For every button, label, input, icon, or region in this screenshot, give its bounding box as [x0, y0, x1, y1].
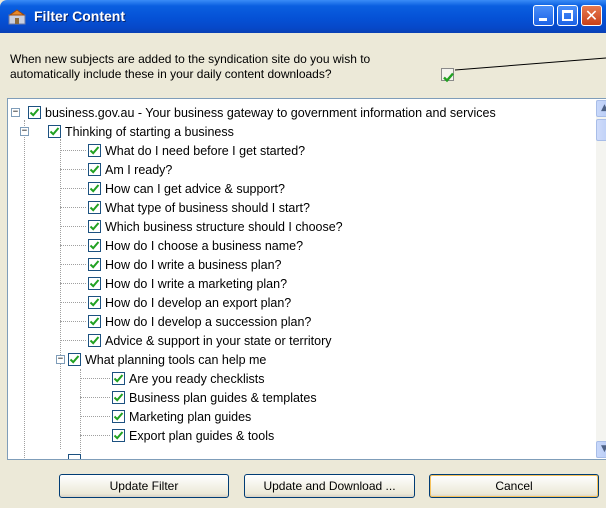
- tree-connector: [80, 416, 110, 417]
- tree-node-label: Advice & support in your state or territ…: [105, 333, 332, 348]
- filter-content-window: Filter Content ✕ When new subjects are a…: [0, 0, 606, 508]
- checkbox[interactable]: [88, 315, 101, 328]
- tree-node-label: How do I develop a succession plan?: [105, 314, 312, 329]
- close-button[interactable]: ✕: [581, 5, 602, 26]
- checkbox[interactable]: [88, 144, 101, 157]
- tree-connector: [60, 245, 86, 246]
- tree-connector: [24, 120, 25, 459]
- title-bar[interactable]: Filter Content ✕: [0, 0, 606, 33]
- tree-node-label: How can I get advice & support?: [105, 181, 285, 196]
- minimize-button[interactable]: [533, 5, 554, 26]
- checkbox[interactable]: [112, 410, 125, 423]
- chevron-up-icon: ▲: [601, 103, 606, 113]
- app-icon: [8, 9, 26, 25]
- tree-scrollbar[interactable]: ▲ ▼: [596, 100, 606, 458]
- checkbox[interactable]: [28, 106, 41, 119]
- tree-connector: [80, 435, 110, 436]
- tree-leaf-item[interactable]: Am I ready?: [88, 160, 172, 179]
- tree-connector: [80, 369, 81, 459]
- auto-include-checkbox[interactable]: [441, 68, 454, 83]
- checkbox[interactable]: [88, 163, 101, 176]
- tree-node-label: How do I develop an export plan?: [105, 295, 292, 310]
- tree-node-label: Which business structure should I choose…: [105, 219, 343, 234]
- scroll-up-button[interactable]: ▲: [596, 100, 606, 117]
- checkbox[interactable]: [88, 277, 101, 290]
- tree-connector: [60, 139, 61, 449]
- tree-leaf-item[interactable]: How can I get advice & support?: [88, 179, 285, 198]
- checkbox[interactable]: [88, 334, 101, 347]
- tree-leaf-item[interactable]: How do I develop a succession plan?: [88, 312, 311, 331]
- tree-connector: [60, 283, 86, 284]
- scroll-thumb[interactable]: [596, 119, 606, 141]
- tree-connector: [60, 150, 86, 151]
- tree-connector: [60, 188, 86, 189]
- update-filter-button[interactable]: Update Filter: [59, 474, 229, 498]
- tree-node-label: What do I need before I get started?: [105, 143, 306, 158]
- checkbox[interactable]: [112, 372, 125, 385]
- window-title: Filter Content: [34, 8, 125, 24]
- tree-node-label: How do I write a marketing plan?: [105, 276, 288, 291]
- tree-node-label: Marketing plan guides: [129, 409, 252, 424]
- tree-leaf-item[interactable]: How do I write a business plan?: [88, 255, 281, 274]
- tree-leaf-item[interactable]: Business plan guides & templates: [112, 388, 317, 407]
- tree-node-root[interactable]: business.gov.au - Your business gateway …: [28, 103, 496, 122]
- tree-node-label: Am I ready?: [105, 162, 173, 177]
- tree-leaf-item[interactable]: How do I develop an export plan?: [88, 293, 291, 312]
- subject-tree[interactable]: business.gov.au - Your business gateway …: [7, 98, 606, 460]
- checkbox[interactable]: [88, 182, 101, 195]
- collapse-icon[interactable]: −: [20, 127, 29, 136]
- checkbox[interactable]: [88, 220, 101, 233]
- tree-leaf-item[interactable]: Marketing plan guides: [112, 407, 251, 426]
- checkmark-icon: [443, 72, 454, 83]
- tree-node-label: business.gov.au - Your business gateway …: [45, 105, 496, 120]
- minimize-icon: [539, 18, 547, 21]
- tree-connector: [60, 340, 86, 341]
- tree-connector: [60, 169, 86, 170]
- checkbox[interactable]: [88, 258, 101, 271]
- scroll-down-button[interactable]: ▼: [596, 441, 606, 458]
- tree-leaf-item[interactable]: Are you ready checklists: [112, 369, 264, 388]
- update-and-download-button[interactable]: Update and Download ...: [244, 474, 415, 498]
- tree-node-label: What planning tools can help me: [85, 352, 267, 367]
- tree-leaf-item[interactable]: What type of business should I start?: [88, 198, 310, 217]
- tree-connector: [60, 302, 86, 303]
- tree-connector: [80, 397, 110, 398]
- tree-connector: [60, 264, 86, 265]
- checkbox[interactable]: [68, 454, 81, 459]
- tree-node-label: Are you ready checklists: [129, 371, 265, 386]
- tree-leaf-item[interactable]: Export plan guides & tools: [112, 426, 274, 445]
- tree-connector: [60, 207, 86, 208]
- tree-leaf-item[interactable]: How do I write a marketing plan?: [88, 274, 287, 293]
- checkbox[interactable]: [48, 125, 61, 138]
- tree-connector: [60, 321, 86, 322]
- tree-connector: [80, 378, 110, 379]
- cancel-button[interactable]: Cancel: [429, 474, 599, 498]
- tree-leaf-item[interactable]: Which business structure should I choose…: [88, 217, 343, 236]
- maximize-button[interactable]: [557, 5, 578, 26]
- maximize-icon: [562, 10, 573, 21]
- tree-connector: [60, 226, 86, 227]
- chevron-down-icon: ▼: [601, 444, 606, 454]
- checkbox[interactable]: [88, 296, 101, 309]
- tree-node-planning-tools[interactable]: What planning tools can help me: [68, 350, 266, 369]
- auto-include-prompt: When new subjects are added to the syndi…: [10, 52, 371, 81]
- close-icon: ✕: [584, 6, 599, 25]
- collapse-icon[interactable]: −: [56, 355, 65, 364]
- tree-node-label: How do I choose a business name?: [105, 238, 304, 253]
- checkbox[interactable]: [68, 353, 81, 366]
- tree-node-label: How do I write a business plan?: [105, 257, 282, 272]
- tree-leaf-item[interactable]: What do I need before I get started?: [88, 141, 305, 160]
- tree-node-label: What type of business should I start?: [105, 200, 310, 215]
- collapse-icon[interactable]: −: [11, 108, 20, 117]
- tree-node-label: Export plan guides & tools: [129, 428, 275, 443]
- checkbox[interactable]: [112, 429, 125, 442]
- tree-leaf-item[interactable]: Advice & support in your state or territ…: [88, 331, 331, 350]
- tree-leaf-item[interactable]: How do I choose a business name?: [88, 236, 303, 255]
- checkbox[interactable]: [88, 239, 101, 252]
- checkbox[interactable]: [88, 201, 101, 214]
- tree-node-starting-business[interactable]: Thinking of starting a business: [48, 122, 234, 141]
- tree-node-label: Thinking of starting a business: [65, 124, 234, 139]
- tree-node-label: Business plan guides & templates: [129, 390, 317, 405]
- checkbox[interactable]: [112, 391, 125, 404]
